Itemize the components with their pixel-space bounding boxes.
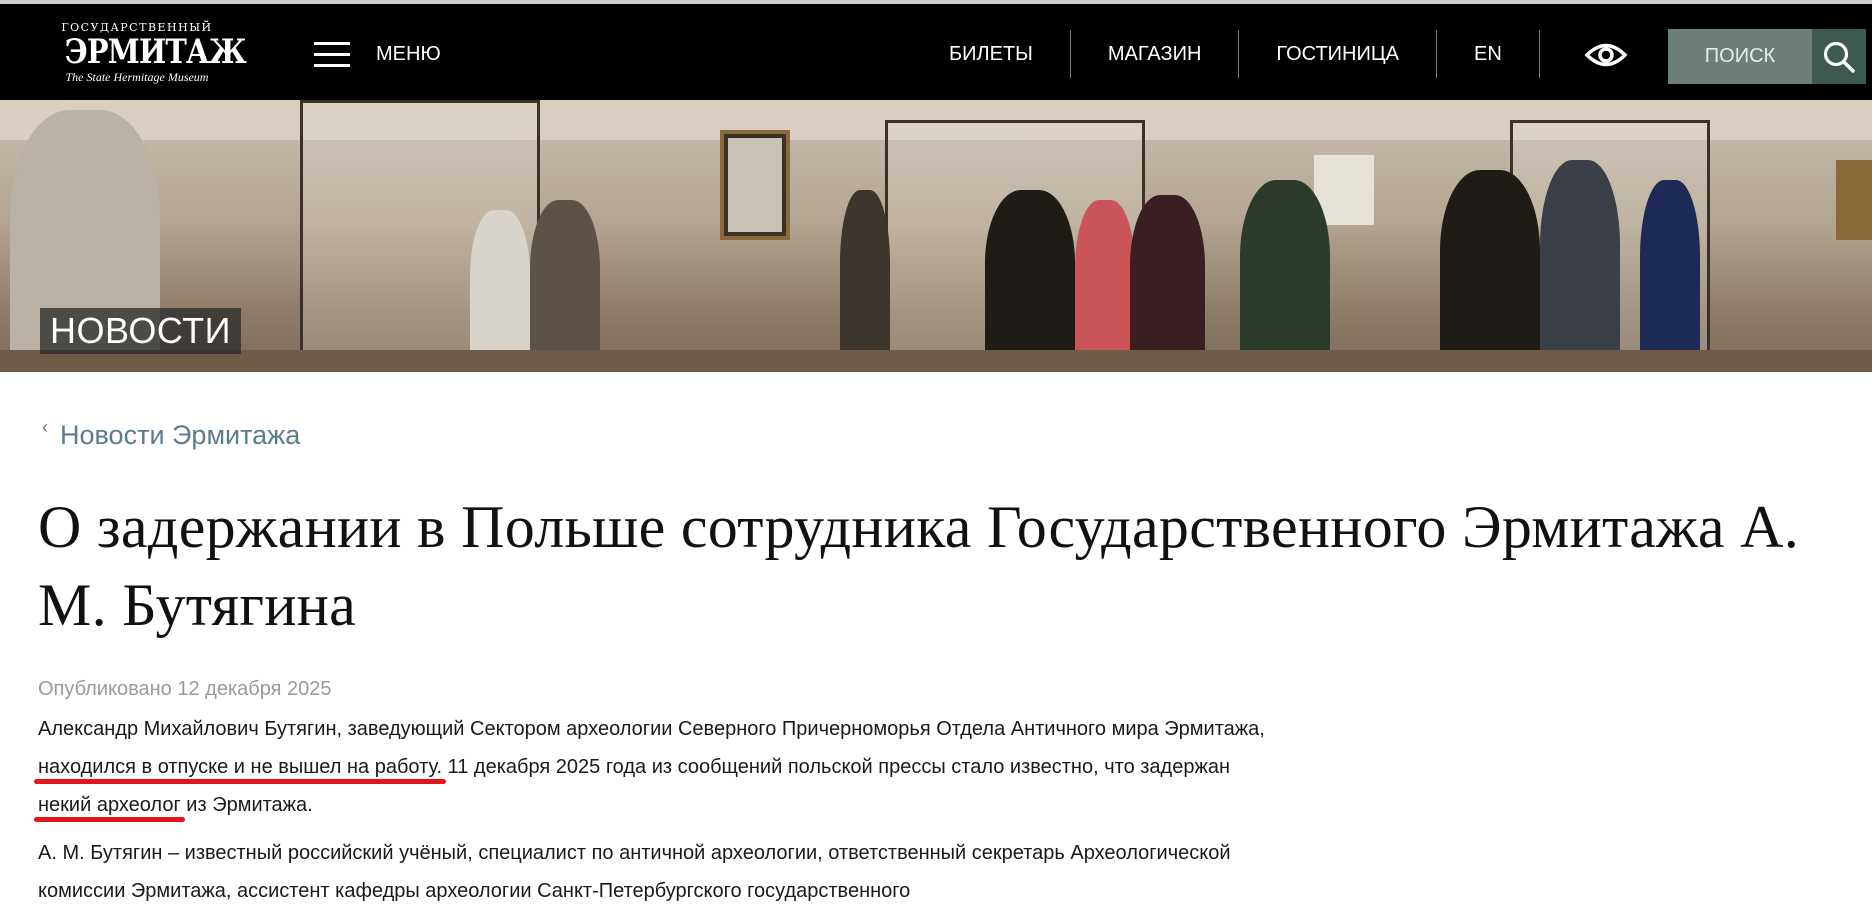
article-paragraph-1: Александр Михайлович Бутягин, заведующий… [38, 710, 1268, 824]
publish-date: Опубликовано 12 декабря 2025 [38, 678, 332, 700]
article-title: О задержании в Польше сотрудника Государ… [38, 494, 1800, 638]
hero-banner: НОВОСТИ [0, 100, 1872, 372]
underlined-phrase: находился в отпуске и не вышел на работу… [38, 756, 443, 778]
search-input[interactable]: ПОИСК [1668, 29, 1812, 84]
menu-button[interactable]: МЕНЮ [314, 38, 441, 70]
paragraph-text: Александр Михайлович Бутягин, заведующий… [38, 718, 1265, 740]
underlined-phrase: некий археолог [38, 794, 181, 816]
eye-icon[interactable] [1584, 38, 1628, 72]
search-icon [1823, 41, 1855, 73]
article-paragraph-2: А. М. Бутягин – известный российский учё… [38, 842, 1231, 902]
breadcrumb-back-link[interactable]: ‹ Новости Эрмитажа [42, 417, 301, 451]
nav-shop[interactable]: МАГАЗИН [1071, 30, 1239, 78]
chevron-left-icon: ‹ [42, 417, 48, 437]
nav-hotel[interactable]: ГОСТИНИЦА [1239, 30, 1436, 78]
breadcrumb-label: Новости Эрмитажа [60, 420, 301, 450]
search-button[interactable] [1812, 29, 1866, 84]
top-header: ГОСУДАРСТВЕННЫЙ ЭРМИТАЖ The State Hermit… [0, 0, 1872, 100]
menu-label: МЕНЮ [376, 42, 441, 65]
paragraph-text: из Эрмитажа. [186, 794, 313, 816]
nav-language-en[interactable]: EN [1437, 30, 1539, 78]
main-nav: БИЛЕТЫ МАГАЗИН ГОСТИНИЦА EN [912, 30, 1540, 78]
hermitage-logo[interactable]: ГОСУДАРСТВЕННЫЙ ЭРМИТАЖ The State Hermit… [52, 22, 247, 90]
section-label: НОВОСТИ [40, 308, 241, 354]
logo-line2: ЭРМИТАЖ [64, 32, 247, 72]
menu-icon [314, 40, 350, 68]
nav-divider [1538, 30, 1540, 78]
paragraph-text: 11 декабря 2025 года из сообщений польск… [447, 756, 1231, 778]
logo-line3: The State Hermitage Museum [65, 70, 209, 84]
nav-tickets[interactable]: БИЛЕТЫ [912, 30, 1070, 78]
